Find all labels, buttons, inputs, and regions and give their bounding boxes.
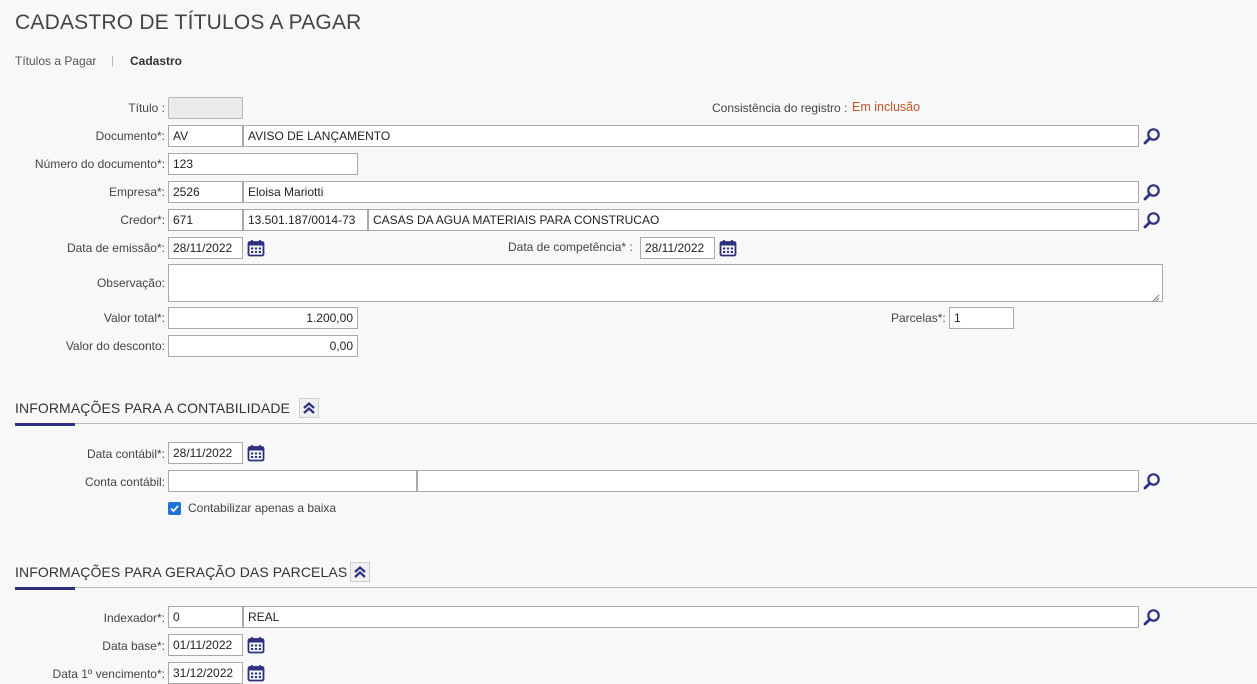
data-base-label: Data base*: <box>102 639 165 653</box>
valor-total-label: Valor total*: <box>103 311 165 325</box>
data-competencia-label: Data de competência* : <box>508 240 633 254</box>
data-contabil-input[interactable] <box>168 442 243 464</box>
empresa-search-icon[interactable] <box>1141 181 1163 203</box>
contabilidade-section-title: INFORMAÇÕES PARA A CONTABILIDADE <box>15 400 290 416</box>
parcelas-input[interactable] <box>949 307 1014 329</box>
data-emissao-input[interactable] <box>168 237 243 259</box>
numero-documento-input[interactable] <box>168 153 358 175</box>
data-competencia-calendar-icon[interactable] <box>718 238 738 258</box>
empresa-label: Empresa*: <box>108 185 165 199</box>
valor-desconto-label: Valor do desconto: <box>65 339 165 353</box>
valor-total-input[interactable] <box>168 307 358 329</box>
titulo-label: Título : <box>128 101 165 115</box>
data-base-input[interactable] <box>168 634 243 656</box>
credor-label: Credor*: <box>120 213 165 227</box>
parcelas-divider-accent <box>15 587 75 590</box>
consistencia-status: Em inclusão <box>852 100 921 114</box>
page-title: CADASTRO DE TÍTULOS A PAGAR <box>15 11 362 34</box>
conta-contabil-search-icon[interactable] <box>1141 470 1163 492</box>
observacao-label: Observação: <box>96 276 165 290</box>
breadcrumb-parent[interactable]: Títulos a Pagar <box>15 54 96 68</box>
parcelas-section-title: INFORMAÇÕES PARA GERAÇÃO DAS PARCELAS <box>15 564 348 580</box>
contabilidade-collapse-button[interactable] <box>299 398 319 418</box>
credor-cnpj-input[interactable] <box>243 209 368 231</box>
resize-grip-icon[interactable] <box>1152 291 1160 302</box>
contabilidade-divider <box>15 423 1257 424</box>
titulo-field <box>168 97 243 119</box>
parcelas-label: Parcelas*: <box>891 311 946 325</box>
documento-code-input[interactable] <box>168 125 243 147</box>
contabilidade-divider-accent <box>15 423 75 426</box>
conta-contabil-desc-input[interactable] <box>417 470 1139 492</box>
data-base-calendar-icon[interactable] <box>246 635 266 655</box>
data-contabil-label: Data contábil*: <box>86 447 165 461</box>
breadcrumb-separator: | <box>111 53 115 67</box>
indexador-desc-input[interactable] <box>243 606 1139 628</box>
documento-label: Documento*: <box>95 129 165 143</box>
data-contabil-calendar-icon[interactable] <box>246 443 266 463</box>
empresa-code-input[interactable] <box>168 181 243 203</box>
credor-desc-input[interactable] <box>368 209 1139 231</box>
data-emissao-calendar-icon[interactable] <box>246 238 266 258</box>
data-vencimento-input[interactable] <box>168 662 243 684</box>
numero-documento-label: Número do documento*: <box>34 157 165 171</box>
data-competencia-input[interactable] <box>640 237 715 259</box>
empresa-desc-input[interactable] <box>243 181 1139 203</box>
conta-contabil-code-input[interactable] <box>168 470 417 492</box>
indexador-code-input[interactable] <box>168 606 243 628</box>
indexador-search-icon[interactable] <box>1141 606 1163 628</box>
valor-desconto-input[interactable] <box>168 335 358 357</box>
credor-search-icon[interactable] <box>1141 209 1163 231</box>
documento-desc-input[interactable] <box>243 125 1139 147</box>
parcelas-divider <box>15 587 1257 588</box>
chevron-double-up-icon <box>303 402 315 414</box>
indexador-label: Indexador*: <box>103 611 165 625</box>
credor-code-input[interactable] <box>168 209 243 231</box>
observacao-textarea[interactable] <box>168 264 1163 302</box>
consistencia-label: Consistência do registro : <box>712 101 848 115</box>
data-vencimento-label: Data 1º vencimento*: <box>52 667 165 681</box>
conta-contabil-label: Conta contábil: <box>84 475 165 489</box>
contabilizar-label[interactable]: Contabilizar apenas a baixa <box>188 501 336 515</box>
breadcrumb-current: Cadastro <box>130 54 183 68</box>
data-vencimento-calendar-icon[interactable] <box>246 663 266 683</box>
contabilizar-checkbox[interactable] <box>168 502 181 515</box>
parcelas-collapse-button[interactable] <box>350 562 370 582</box>
chevron-double-up-icon <box>354 566 366 578</box>
documento-search-icon[interactable] <box>1141 125 1163 147</box>
data-emissao-label: Data de emissão*: <box>66 241 165 255</box>
check-icon <box>170 505 179 513</box>
